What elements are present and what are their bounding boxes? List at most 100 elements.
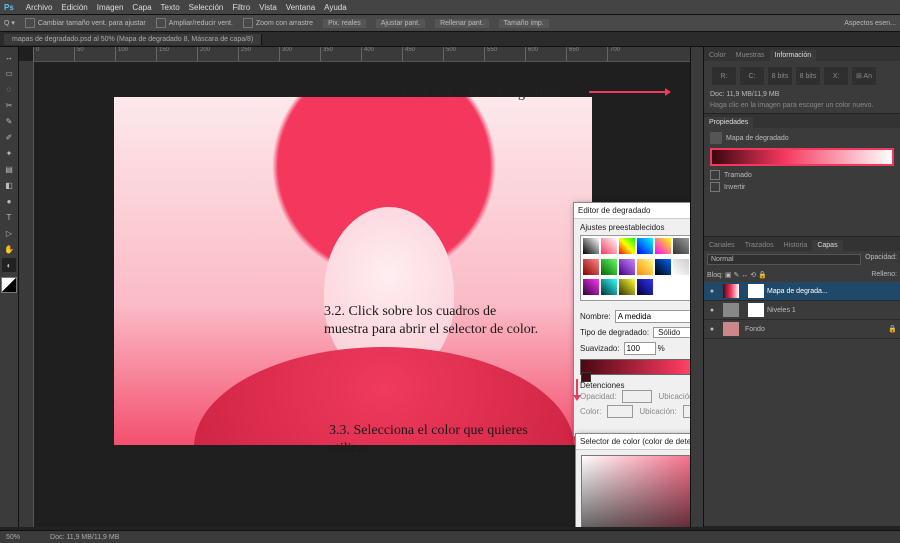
ge-opacity-label: Opacidad: — [580, 392, 616, 401]
tab-historia[interactable]: Historia — [779, 240, 813, 251]
zoom-level[interactable]: 50% — [6, 534, 20, 541]
ge-location-label: Ubicación: — [658, 392, 690, 401]
opt-fit-label: Cambiar tamaño vent. para ajustar — [38, 20, 146, 27]
opt-check[interactable] — [243, 18, 253, 28]
document-tab[interactable]: mapas de degradado.psd al 50% (Mapa de d… — [4, 34, 262, 45]
props-gradient-bar[interactable] — [710, 148, 894, 166]
tab-canales[interactable]: Canales — [704, 240, 740, 251]
marquee-tool-icon[interactable]: ▭ — [2, 66, 16, 80]
gradient-stop-left[interactable] — [581, 372, 591, 382]
opt-px-button[interactable]: Pix. reales — [323, 19, 366, 28]
annotation-2: 3.2. Click sobre los cuadros de muestra … — [324, 303, 544, 339]
move-tool-icon[interactable]: ↔ — [2, 50, 16, 64]
layer-mask-thumb[interactable] — [748, 303, 764, 317]
color-field[interactable] — [581, 455, 690, 527]
layer-mask-thumb[interactable] — [748, 284, 764, 298]
ge-opacity-input[interactable] — [622, 390, 652, 403]
gradient-strip[interactable] — [580, 359, 690, 375]
workspace-switcher[interactable]: Aspectos esen... — [844, 20, 896, 27]
stamp-tool-icon[interactable]: ✦ — [2, 146, 16, 160]
blend-mode-select[interactable]: Normal — [707, 254, 861, 265]
layer-name[interactable]: Fondo — [745, 326, 765, 333]
tab-color[interactable]: Color — [704, 50, 731, 61]
opacity-label: Opacidad: — [865, 254, 897, 265]
crop-tool-icon[interactable]: ✂ — [2, 98, 16, 112]
dodge-tool-icon[interactable]: ◧ — [2, 178, 16, 192]
opt-check[interactable] — [25, 18, 35, 28]
layer-thumb[interactable] — [723, 322, 739, 336]
lasso-tool-icon[interactable]: ◌ — [2, 82, 16, 96]
ge-smooth-input[interactable] — [624, 342, 656, 355]
ge-location2-input[interactable] — [683, 405, 690, 418]
gradient-tool-icon[interactable]: ▤ — [2, 162, 16, 176]
color-picker-dialog: Selector de color (color de detención)✕ … — [575, 433, 690, 527]
menu-filtro[interactable]: Filtro — [232, 3, 250, 12]
tab-capas[interactable]: Capas — [812, 240, 842, 251]
status-doc: Doc: 11,9 MB/11,9 MB — [50, 534, 119, 541]
minimize-icon[interactable]: — — [688, 206, 690, 215]
menu-bar: Ps Archivo Edición Imagen Capa Texto Sel… — [0, 0, 900, 15]
menu-texto[interactable]: Texto — [161, 3, 180, 12]
layer-name[interactable]: Niveles 1 — [767, 307, 796, 314]
eyedropper-tool-icon[interactable]: ✎ — [2, 114, 16, 128]
gradient-editor-dialog: Editor de degradado — ▢ ✕ Ajustes preest… — [573, 202, 690, 437]
layer-row[interactable]: ●Fondo🔒 — [704, 320, 900, 339]
info-panel: ColorMuestrasInformación R:C:8 bits8 bit… — [704, 47, 900, 114]
menu-capa[interactable]: Capa — [132, 3, 151, 12]
info-doc: Doc: 11,9 MB/11,9 MB — [710, 91, 894, 98]
menu-vista[interactable]: Vista — [259, 3, 277, 12]
layer-thumb[interactable] — [723, 284, 739, 298]
color-swatch-icon[interactable] — [1, 277, 17, 293]
menu-edicion[interactable]: Edición — [61, 3, 87, 12]
collapsed-panel-strip[interactable] — [690, 47, 703, 527]
pen-tool-icon[interactable]: ● — [2, 194, 16, 208]
layer-thumb[interactable] — [723, 303, 739, 317]
reverse-check[interactable] — [710, 182, 720, 192]
zoom-tool-icon[interactable]: ◐ — [2, 258, 16, 272]
ge-color-swatch[interactable] — [607, 405, 633, 418]
menu-seleccion[interactable]: Selección — [189, 3, 224, 12]
tab-informacion[interactable]: Información — [770, 50, 817, 61]
lock-row[interactable]: Bloq: ▣ ✎ ↔ ⟲ 🔒 — [707, 271, 871, 279]
tab-muestras[interactable]: Muestras — [731, 50, 770, 61]
status-bar: 50% Doc: 11,9 MB/11,9 MB — [0, 530, 900, 543]
hand-tool-icon[interactable]: ✋ — [2, 242, 16, 256]
menu-ayuda[interactable]: Ayuda — [324, 3, 347, 12]
canvas-image[interactable] — [114, 97, 592, 445]
toolbox: ↔ ▭ ◌ ✂ ✎ ✐ ✦ ▤ ◧ ● T ▷ ✋ ◐ — [0, 47, 19, 527]
type-tool-icon[interactable]: T — [2, 210, 16, 224]
annotation-1: 3.1. Click sobre el degradado — [399, 85, 563, 103]
gradient-presets[interactable] — [580, 235, 690, 301]
ge-type-label: Tipo de degradado: — [580, 328, 649, 337]
path-tool-icon[interactable]: ▷ — [2, 226, 16, 240]
properties-panel: Propiedades Mapa de degradado Tramado In… — [704, 114, 900, 237]
opt-fit-button[interactable]: Ajustar pant. — [376, 19, 425, 28]
brush-tool-icon[interactable]: ✐ — [2, 130, 16, 144]
layer-row[interactable]: ● Niveles 1 — [704, 301, 900, 320]
layer-name[interactable]: Mapa de degrada... — [767, 288, 828, 295]
options-bar: Q ▾ Cambiar tamaño vent. para ajustar Am… — [0, 15, 900, 32]
opt-fill-button[interactable]: Rellenar pant. — [435, 19, 489, 28]
layer-row[interactable]: ● Mapa de degrada... — [704, 282, 900, 301]
info-hint: Haga clic en la imagen para escoger un c… — [710, 102, 894, 109]
ge-stops-label: Detenciones — [580, 381, 690, 390]
reverse-label: Invertir — [724, 184, 745, 191]
dither-check[interactable] — [710, 170, 720, 180]
ge-color-label: Color: — [580, 407, 601, 416]
annotation-1-arrow-icon — [589, 91, 669, 93]
ge-smooth-label: Suavizado: — [580, 344, 620, 353]
menu-imagen[interactable]: Imagen — [97, 3, 124, 12]
opt-aspect-button[interactable]: Tamaño imp. — [499, 19, 549, 28]
tab-propiedades[interactable]: Propiedades — [704, 117, 753, 128]
color-picker-title: Selector de color (color de detención) — [580, 437, 690, 446]
visibility-icon[interactable]: ● — [707, 326, 717, 333]
ge-name-input[interactable] — [615, 310, 690, 323]
menu-archivo[interactable]: Archivo — [26, 3, 53, 12]
menu-ventana[interactable]: Ventana — [286, 3, 315, 12]
tab-trazados[interactable]: Trazados — [740, 240, 779, 251]
ge-type-select[interactable]: Sólido — [653, 327, 690, 338]
visibility-icon[interactable]: ● — [707, 307, 717, 314]
visibility-icon[interactable]: ● — [707, 288, 717, 295]
opt-check[interactable] — [156, 18, 166, 28]
annotation-2-arrow-icon — [576, 379, 578, 399]
